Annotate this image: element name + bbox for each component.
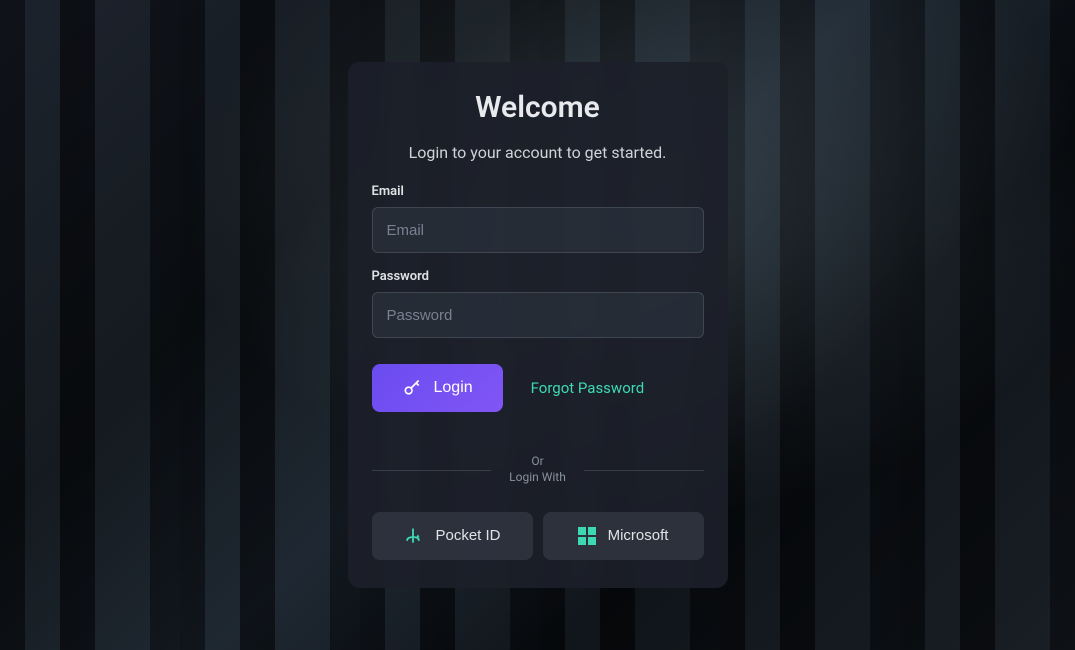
openid-icon	[403, 526, 423, 546]
key-icon	[402, 378, 422, 398]
email-field-group: Email	[372, 184, 704, 253]
divider-text: Or Login With	[491, 454, 584, 485]
login-button[interactable]: Login	[372, 364, 503, 412]
divider-text-line2: Login With	[509, 470, 566, 486]
microsoft-icon	[578, 527, 596, 545]
page-title: Welcome	[372, 90, 704, 125]
divider-line-right	[584, 470, 704, 471]
pocket-id-label: Pocket ID	[435, 527, 500, 544]
password-field[interactable]	[372, 292, 704, 338]
microsoft-label: Microsoft	[608, 527, 669, 544]
login-button-label: Login	[434, 379, 473, 397]
email-field[interactable]	[372, 207, 704, 253]
password-field-group: Password	[372, 269, 704, 338]
page-subtitle: Login to your account to get started.	[372, 143, 704, 162]
login-card: Welcome Login to your account to get sta…	[348, 62, 728, 587]
password-label: Password	[372, 269, 704, 284]
divider-line-left	[372, 470, 492, 471]
oauth-row: Pocket ID Microsoft	[372, 512, 704, 560]
divider-text-line1: Or	[509, 454, 566, 470]
microsoft-button[interactable]: Microsoft	[543, 512, 704, 560]
email-label: Email	[372, 184, 704, 199]
pocket-id-button[interactable]: Pocket ID	[372, 512, 533, 560]
actions-row: Login Forgot Password	[372, 364, 704, 412]
forgot-password-link[interactable]: Forgot Password	[531, 379, 645, 397]
divider: Or Login With	[372, 454, 704, 485]
